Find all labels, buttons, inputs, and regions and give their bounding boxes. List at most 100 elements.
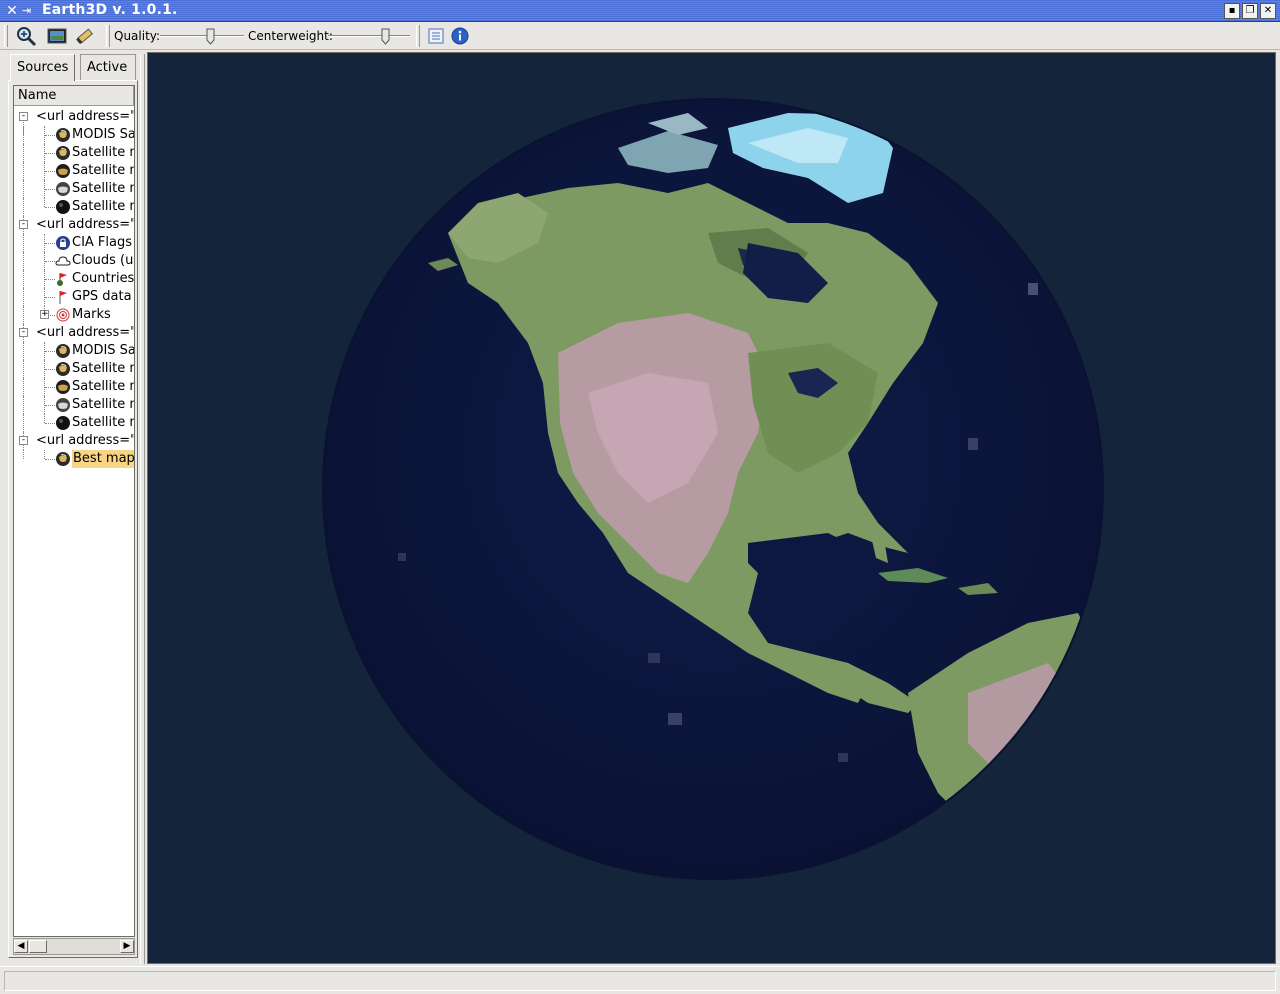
tree-line [23,378,24,396]
tree-item-label: Satellite m [72,361,134,376]
tab-pane: Name -<url address="htMODIS SaSatellite … [8,80,138,958]
tree-line [45,459,55,460]
tree-item-row[interactable]: Satellite m [14,360,134,378]
info-button[interactable] [447,24,473,48]
screenshot-button[interactable] [44,24,70,48]
app-icon[interactable]: ✕ [4,3,20,19]
globe-icon [55,127,71,143]
tree-item-row[interactable]: Best map: [14,450,134,468]
tree-item-row[interactable]: Satellite m [14,414,134,432]
minimize-button[interactable]: ▪ [1224,3,1240,19]
tab-active[interactable]: Active [80,54,136,80]
centerweight-label: Centerweight: [248,29,333,43]
toolbar-grip-3[interactable] [416,25,420,47]
tree-group-row[interactable]: -<url address="ht [14,432,134,450]
scroll-left-button[interactable]: ◀ [14,940,28,953]
window-title: Earth3D v. 1.0.1. [42,2,178,18]
tree-line [45,171,55,172]
tree-item-label: Satellite m [72,379,134,394]
tree-item-row[interactable]: Satellite m [14,378,134,396]
tree-item-label: Satellite m [72,181,134,196]
tree-group-row[interactable]: -<url address="ht [14,216,134,234]
zoom-icon [17,27,37,47]
marker-button[interactable] [72,24,98,48]
pin-icon[interactable]: ⇥ [22,3,36,19]
tree-item-row[interactable]: Clouds (up [14,252,134,270]
tree-line [45,189,55,190]
tree-line [44,450,45,459]
tree-item-row[interactable]: Satellite m [14,198,134,216]
tree-item-row[interactable]: MODIS Sa [14,126,134,144]
tree-item-label: Best map: [72,450,134,468]
globe-dark-icon [55,163,71,179]
tree-item-row[interactable]: Satellite m [14,396,134,414]
tree-line [45,405,55,406]
tree-item-row[interactable]: GPS data [14,288,134,306]
tree-item-row[interactable]: CIA Flags [14,234,134,252]
list-icon [428,28,444,44]
source-tree[interactable]: Name -<url address="htMODIS SaSatellite … [13,85,135,937]
target-icon [55,307,71,323]
close-button[interactable]: ✕ [1260,3,1276,19]
collapse-icon[interactable]: - [19,112,28,121]
tree-item-label: <url address="ht [36,109,134,124]
status-field [4,971,1276,991]
tree-item-label: Clouds (up [72,253,135,268]
tree-line [23,270,24,288]
toolbar-grip-2[interactable] [106,25,110,47]
tree-line [23,360,24,378]
tree-item-row[interactable]: Satellite m [14,144,134,162]
toolbar: Quality: Centerweight: [0,22,1280,50]
tree-line [45,423,55,424]
tree-item-row[interactable]: Satellite m [14,180,134,198]
scroll-right-button[interactable]: ▶ [120,940,134,953]
tree-item-label: MODIS Sa [72,343,135,358]
title-bar[interactable]: ✕ ⇥ Earth3D v. 1.0.1. ▪ ❐ ✕ [0,0,1280,22]
centerweight-slider[interactable] [328,35,410,37]
tree-line [23,162,24,180]
tree-line [45,369,55,370]
globe-black-icon [55,415,71,431]
cloud-icon [55,253,71,269]
tree-item-row[interactable]: Satellite m [14,162,134,180]
lock-badge-icon [55,235,71,251]
tree-item-row[interactable]: Countries [14,270,134,288]
tree-item-label: CIA Flags [72,235,133,250]
centerweight-slider-thumb[interactable] [381,28,390,45]
collapse-icon[interactable]: - [19,436,28,445]
scroll-thumb[interactable] [29,940,47,953]
tree-item-label: Satellite m [72,145,134,160]
tree-line [23,450,24,459]
tree-item-row[interactable]: + Marks [14,306,134,324]
maximize-button[interactable]: ❐ [1242,3,1258,19]
tree-item-label: Satellite m [72,163,134,178]
tree-line [44,198,45,207]
panel-splitter[interactable] [140,54,145,964]
tab-sources[interactable]: Sources [10,54,76,81]
globe-canvas[interactable] [148,53,1275,963]
tree-group-row[interactable]: -<url address="ht [14,324,134,342]
tree-line [45,279,55,280]
globe-view[interactable] [147,52,1276,964]
toolbar-grip[interactable] [4,25,8,47]
tree-line [23,288,24,306]
tree-group-row[interactable]: -<url address="ht [14,108,134,135]
collapse-icon[interactable]: - [19,220,28,229]
tree-line [23,198,24,216]
status-bar [0,966,1280,994]
quality-slider[interactable] [160,35,244,37]
horizontal-scrollbar[interactable]: ◀ ▶ [13,938,135,955]
expand-icon[interactable]: + [40,310,49,319]
zoom-button[interactable] [13,24,39,48]
tree-line [44,414,45,423]
column-header-name[interactable]: Name [14,86,134,106]
tree-line [45,387,55,388]
tree-line [23,252,24,270]
tree-line [45,243,55,244]
list-button[interactable] [423,24,449,48]
tree-item-row[interactable]: MODIS Sa [14,342,134,360]
globe-black-icon [55,199,71,215]
collapse-icon[interactable]: - [19,328,28,337]
tree-line [23,144,24,162]
quality-slider-thumb[interactable] [206,28,215,45]
